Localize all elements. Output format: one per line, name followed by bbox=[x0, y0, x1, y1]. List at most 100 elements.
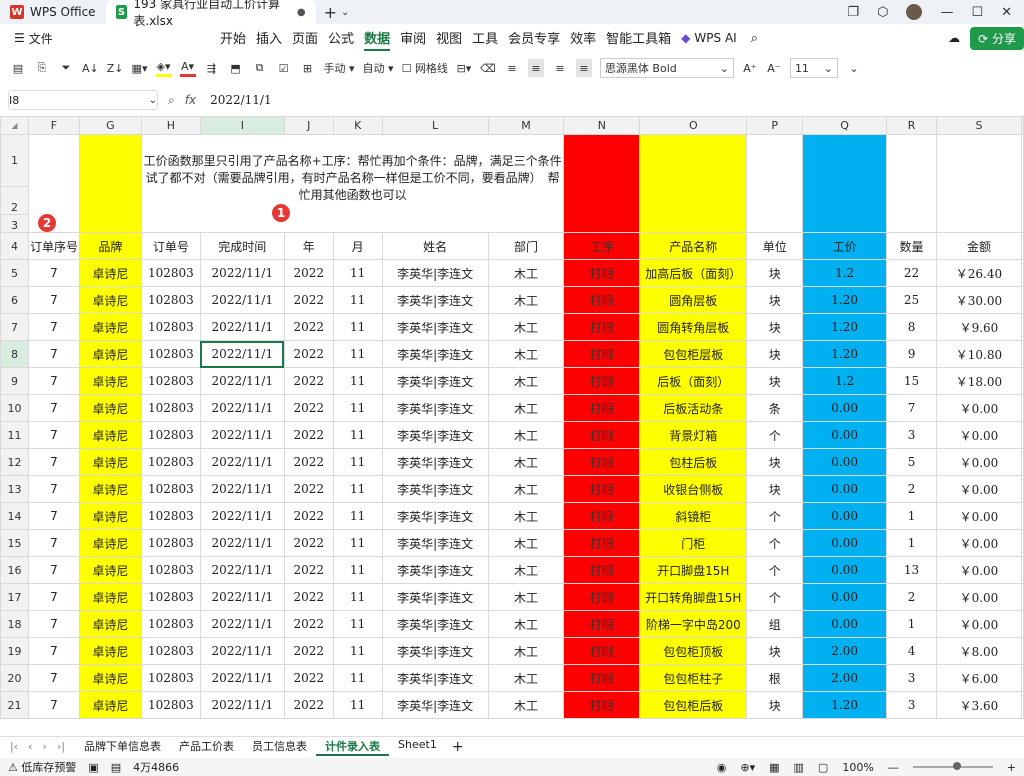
table-cell[interactable]: 2022/11/1 bbox=[199, 529, 285, 557]
column-title[interactable]: 工价 bbox=[802, 232, 888, 260]
table-cell[interactable]: 7 bbox=[27, 313, 80, 341]
table-cell[interactable]: 个 bbox=[746, 502, 804, 530]
table-cell[interactable]: 加高后板（面刻） bbox=[639, 259, 748, 287]
table-cell[interactable]: 2022 bbox=[283, 583, 334, 611]
table-cell[interactable]: 102803 bbox=[140, 502, 201, 530]
table-cell[interactable]: 7 bbox=[27, 286, 80, 314]
column-header-O[interactable]: O bbox=[639, 116, 748, 135]
table-cell[interactable]: 背景灯箱 bbox=[639, 421, 748, 449]
table-cell[interactable]: 打眼 bbox=[563, 637, 641, 665]
table-cell[interactable]: 卓诗尼 bbox=[78, 475, 142, 503]
table-cell[interactable]: 木工 bbox=[487, 448, 565, 476]
table-cell[interactable]: 2022 bbox=[283, 313, 334, 341]
spreadsheet-grid[interactable]: ◢ F G H I J K L M N O P Q R S 1 工价函数那里只引用了产品名称+工序：帮忙再加个条… bbox=[0, 116, 1024, 736]
table-cell[interactable]: 李英华|李连文 bbox=[381, 475, 489, 503]
table-cell[interactable]: 7 bbox=[886, 394, 937, 422]
table-cell[interactable]: 2022/11/1 bbox=[199, 313, 285, 341]
sheet-tab-2[interactable]: 员工信息表 bbox=[243, 738, 316, 756]
table-cell[interactable]: 卓诗尼 bbox=[78, 421, 142, 449]
table-cell[interactable]: 圆角层板 bbox=[639, 286, 748, 314]
row-header[interactable]: 11 bbox=[0, 421, 29, 449]
table-cell[interactable]: 8 bbox=[886, 313, 937, 341]
next-sheet-icon[interactable]: › bbox=[43, 740, 47, 753]
table-cell[interactable]: 卓诗尼 bbox=[78, 691, 142, 719]
table-cell[interactable]: 打眼 bbox=[563, 286, 641, 314]
table-cell[interactable]: 打眼 bbox=[563, 691, 641, 719]
table-cell[interactable]: 2022/11/1 bbox=[199, 556, 285, 584]
table-cell[interactable]: 11 bbox=[332, 502, 383, 530]
view-mode-icon[interactable]: ⊕▾ bbox=[740, 761, 755, 774]
table-cell[interactable]: 11 bbox=[332, 340, 383, 368]
cell-Q1[interactable] bbox=[802, 134, 888, 233]
last-sheet-icon[interactable]: ›| bbox=[57, 740, 65, 753]
table-cell[interactable]: 开口脚盘15H bbox=[639, 556, 748, 584]
table-cell[interactable]: 打眼 bbox=[563, 664, 641, 692]
table-cell[interactable]: 102803 bbox=[140, 637, 201, 665]
table-cell[interactable]: 打眼 bbox=[563, 583, 641, 611]
table-cell[interactable]: ￥26.40 bbox=[936, 259, 1022, 287]
table-cell[interactable]: ￥0.00 bbox=[936, 475, 1022, 503]
table-cell[interactable]: 块 bbox=[746, 475, 804, 503]
column-header-R[interactable]: R bbox=[886, 116, 937, 135]
row-header[interactable]: 6 bbox=[0, 286, 29, 314]
table-cell[interactable]: 阶梯一字中岛200 bbox=[639, 610, 748, 638]
fx-icon[interactable]: fx bbox=[185, 93, 196, 108]
table-cell[interactable]: 0.00 bbox=[802, 610, 888, 638]
ribbon-tab-1[interactable]: 插入 bbox=[256, 26, 282, 51]
table-cell[interactable]: 4 bbox=[886, 637, 937, 665]
fill-color-icon[interactable]: ◈▾ bbox=[155, 59, 172, 77]
table-cell[interactable]: 2022 bbox=[283, 556, 334, 584]
table-cell[interactable]: 个 bbox=[746, 556, 804, 584]
sheet-tab-3[interactable]: 计件录入表 bbox=[316, 738, 390, 756]
table-cell[interactable]: 2022 bbox=[283, 286, 334, 314]
new-tab-button[interactable]: + ⌄ bbox=[316, 0, 358, 24]
column-title[interactable]: 完成时间 bbox=[199, 232, 285, 260]
table-cell[interactable]: 卓诗尼 bbox=[78, 367, 142, 395]
table-cell[interactable]: 3 bbox=[886, 421, 937, 449]
table-cell[interactable]: 7 bbox=[27, 583, 80, 611]
table-cell[interactable]: 2022 bbox=[283, 367, 334, 395]
sheet-table[interactable]: ◢ F G H I J K L M N O P Q R S 1 工价函数那里只引用了产品名称+工序：帮忙再加个条… bbox=[0, 116, 1024, 719]
table-cell[interactable]: 0.00 bbox=[802, 556, 888, 584]
table-cell[interactable]: 卓诗尼 bbox=[78, 637, 142, 665]
ribbon-tab-5[interactable]: 审阅 bbox=[400, 26, 426, 51]
column-header-S[interactable]: S bbox=[936, 116, 1022, 135]
prev-sheet-icon[interactable]: ‹ bbox=[28, 740, 32, 753]
table-cell[interactable]: 7 bbox=[27, 259, 80, 287]
name-box[interactable]: I8 ⌄ bbox=[8, 90, 158, 110]
table-cell[interactable]: 后板（面刻） bbox=[639, 367, 748, 395]
table-cell[interactable]: ￥0.00 bbox=[936, 610, 1022, 638]
table-cell[interactable]: 木工 bbox=[487, 421, 565, 449]
column-title[interactable]: 金额 bbox=[936, 232, 1022, 260]
table-cell[interactable]: 11 bbox=[332, 259, 383, 287]
table-cell[interactable]: 李英华|李连文 bbox=[381, 421, 489, 449]
row-header[interactable]: 9 bbox=[0, 367, 29, 395]
table-cell[interactable]: 102803 bbox=[140, 583, 201, 611]
column-header-N[interactable]: N bbox=[563, 116, 641, 135]
table-cell[interactable]: 2022/11/1 bbox=[199, 394, 285, 422]
formula-input[interactable]: 2022/11/1 bbox=[206, 93, 272, 107]
table-cell[interactable]: 102803 bbox=[140, 529, 201, 557]
minimize-icon[interactable]: — bbox=[940, 5, 953, 20]
table-cell[interactable]: ￥30.00 bbox=[936, 286, 1022, 314]
table-cell[interactable]: 包包柜顶板 bbox=[639, 637, 748, 665]
table-cell[interactable]: 102803 bbox=[140, 340, 201, 368]
row-header[interactable]: 14 bbox=[0, 502, 29, 530]
normal-view-icon[interactable]: ▦ bbox=[769, 761, 779, 774]
share-button[interactable]: ⟳ 分享 bbox=[970, 26, 1024, 50]
row-header[interactable]: 16 bbox=[0, 556, 29, 584]
ribbon-tab-7[interactable]: 工具 bbox=[472, 26, 498, 51]
column-header-M[interactable]: M bbox=[487, 116, 565, 135]
table-cell[interactable]: 根 bbox=[746, 664, 804, 692]
column-title[interactable]: 数量 bbox=[886, 232, 937, 260]
table-cell[interactable]: 2022/11/1 bbox=[199, 475, 285, 503]
table-cell[interactable]: 2022 bbox=[283, 340, 334, 368]
table-cell[interactable]: 木工 bbox=[487, 556, 565, 584]
table-cell[interactable]: 2022 bbox=[283, 394, 334, 422]
table-cell[interactable]: 条 bbox=[746, 394, 804, 422]
table-cell[interactable]: 0.00 bbox=[802, 529, 888, 557]
row-header[interactable]: 8 bbox=[0, 340, 29, 368]
table-cell[interactable]: 2022/11/1 bbox=[199, 367, 285, 395]
table-cell[interactable]: 1.20 bbox=[802, 340, 888, 368]
cell-P1[interactable] bbox=[746, 134, 804, 233]
